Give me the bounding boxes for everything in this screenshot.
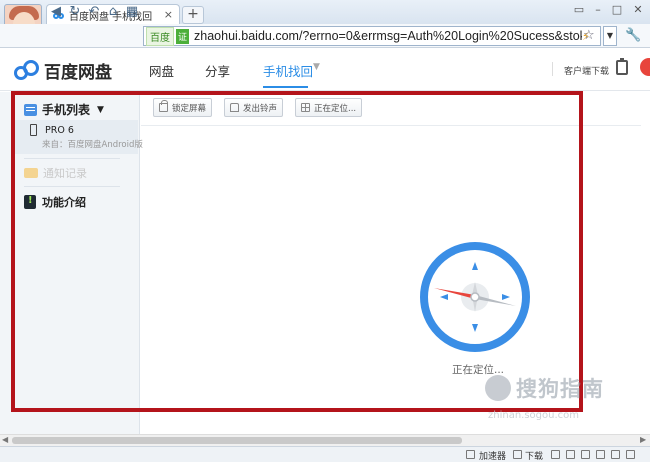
nav-share[interactable]: 分享 (205, 61, 230, 80)
status-bar: 加速器 下载 (0, 446, 650, 462)
sogou-watermark: 搜狗指南 (485, 373, 604, 403)
back-icon[interactable]: ◀ (48, 4, 64, 20)
nav-dropdown-icon[interactable]: ▼ (313, 62, 320, 72)
screen-icon[interactable] (551, 450, 560, 459)
address-dropdown-icon[interactable]: ▼ (603, 26, 617, 46)
maximize-icon[interactable]: □ (609, 3, 625, 16)
volume-icon[interactable] (581, 450, 590, 459)
scroll-right-icon[interactable]: ▶ (640, 435, 646, 444)
url-text[interactable]: zhaohui.baidu.com/?errno=0&errmsg=Auth%2… (194, 29, 582, 43)
site-badge: 百度 (146, 26, 174, 46)
client-download-link[interactable]: 客户端下载 (564, 64, 609, 77)
accelerator-label[interactable]: 加速器 (479, 449, 506, 462)
download-label[interactable]: 下载 (525, 449, 543, 462)
nav-phone-recovery[interactable]: 手机找回 (263, 61, 313, 80)
tab-close-icon[interactable]: × (164, 8, 173, 21)
trash-icon[interactable] (566, 450, 575, 459)
new-tab-button[interactable]: + (182, 6, 204, 24)
address-bar[interactable]: 百度 证 zhaohui.baidu.com/?errno=0&errmsg=A… (143, 26, 601, 46)
verified-icon: 证 (176, 28, 190, 44)
star-icon[interactable]: ☆ (583, 28, 595, 43)
highlight-frame (11, 91, 583, 412)
wrench-icon[interactable]: 🔧 (625, 28, 641, 43)
sogou-logo-icon (485, 375, 511, 401)
brand-logo[interactable]: 百度网盘 (14, 58, 112, 83)
download-icon[interactable] (513, 450, 522, 459)
close-window-icon[interactable]: ✕ (630, 3, 646, 16)
horizontal-scrollbar[interactable]: ◀ ▶ (0, 434, 650, 446)
minimize-icon[interactable]: – (590, 3, 606, 16)
clipboard-icon[interactable] (616, 58, 628, 75)
scrollbar-thumb[interactable] (12, 437, 462, 444)
watermark-text: 搜狗指南 (516, 377, 604, 401)
settings-icon[interactable] (626, 450, 635, 459)
apps-grid-icon[interactable]: ▦ (124, 4, 140, 20)
zoom-icon[interactable] (611, 450, 620, 459)
brand-name: 百度网盘 (44, 63, 112, 83)
undo-icon[interactable]: ↶ (86, 4, 102, 20)
header-divider (552, 62, 553, 76)
nav-netdisk[interactable]: 网盘 (149, 61, 174, 80)
home-icon[interactable]: ⌂ (105, 4, 121, 20)
window-icon[interactable] (596, 450, 605, 459)
restore-icon[interactable]: ▭ (571, 3, 587, 16)
cloud-logo-icon (14, 59, 40, 82)
accelerator-icon[interactable] (466, 450, 475, 459)
scroll-left-icon[interactable]: ◀ (2, 435, 8, 444)
refresh-icon[interactable]: ↻ (67, 4, 83, 20)
watermark-url: zhinan.sogou.com (488, 410, 580, 421)
active-nav-underline (263, 86, 308, 88)
